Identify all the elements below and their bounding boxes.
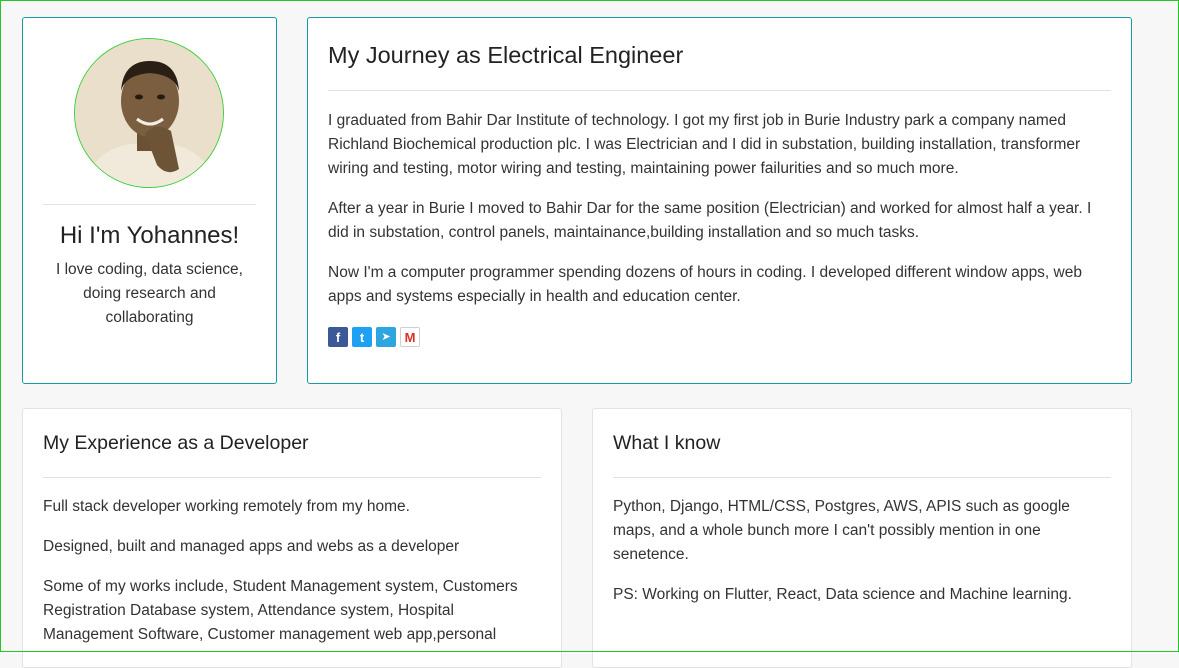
know-card: What I know Python, Django, HTML/CSS, Po…	[592, 408, 1132, 668]
profile-name: Hi I'm Yohannes!	[59, 222, 240, 249]
journey-title: My Journey as Electrical Engineer	[328, 42, 684, 68]
know-paragraph: Python, Django, HTML/CSS, Postgres, AWS,…	[613, 498, 1070, 563]
journey-paragraph: After a year in Burie I moved to Bahir D…	[328, 200, 1092, 241]
experience-paragraph: Full stack developer working remotely fr…	[43, 498, 410, 515]
experience-divider	[43, 477, 541, 478]
know-paragraph: PS: Working on Flutter, React, Data scie…	[613, 586, 1072, 603]
facebook-glyph: f	[335, 329, 341, 345]
telegram-glyph: ➤	[381, 330, 391, 343]
profile-card: Hi I'm Yohannes! I love coding, data sci…	[22, 17, 277, 384]
know-body: Python, Django, HTML/CSS, Postgres, AWS,…	[613, 495, 1115, 623]
gmail-glyph: M	[404, 329, 416, 345]
know-title: What I know	[613, 432, 721, 454]
experience-title: My Experience as a Developer	[43, 432, 309, 454]
gmail-icon[interactable]: M	[400, 327, 420, 347]
journey-paragraph: Now I'm a computer programmer spending d…	[328, 264, 1082, 305]
telegram-icon[interactable]: ➤	[376, 327, 396, 347]
twitter-icon[interactable]: t	[352, 327, 372, 347]
experience-paragraph: Designed, built and managed apps and web…	[43, 538, 460, 555]
journey-divider	[328, 90, 1111, 91]
experience-card: My Experience as a Developer Full stack …	[22, 408, 562, 668]
facebook-icon[interactable]: f	[328, 327, 348, 347]
avatar	[74, 38, 224, 188]
experience-body: Full stack developer working remotely fr…	[43, 495, 545, 663]
journey-card: My Journey as Electrical Engineer I grad…	[307, 17, 1132, 384]
twitter-glyph: t	[359, 329, 365, 345]
journey-paragraph: I graduated from Bahir Dar Institute of …	[328, 112, 1081, 177]
profile-bio: I love coding, data science, doing resea…	[56, 261, 243, 326]
profile-divider	[43, 204, 256, 205]
journey-body: I graduated from Bahir Dar Institute of …	[328, 109, 1115, 325]
experience-paragraph: Some of my works include, Student Manage…	[43, 578, 518, 643]
social-links: f t ➤ M	[328, 327, 420, 347]
know-divider	[613, 477, 1111, 478]
